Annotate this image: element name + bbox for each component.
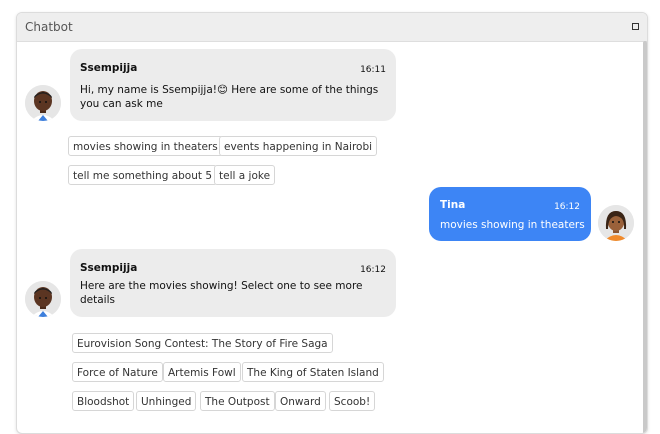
user-message: Tina 16:12 movies showing in theaters xyxy=(429,187,591,241)
movie-option[interactable]: Eurovision Song Contest: The Story of Fi… xyxy=(72,333,333,353)
sender-name: Ssempijja xyxy=(80,62,138,74)
bot-message: Ssempijja 16:12 Here are the movies show… xyxy=(70,249,396,317)
movie-option[interactable]: Force of Nature xyxy=(72,362,163,382)
bot-message: Ssempijja 16:11 Hi, my name is Ssempijja… xyxy=(70,49,396,121)
message-time: 16:12 xyxy=(554,202,580,212)
message-text: Hi, my name is Ssempijja!😊 Here are some… xyxy=(80,84,379,110)
movie-option[interactable]: Scoob! xyxy=(329,391,376,411)
suggestion-chip[interactable]: tell a joke xyxy=(214,165,276,185)
suggestion-chip[interactable]: tell me something about 5 xyxy=(68,165,218,185)
message-time: 16:12 xyxy=(360,265,386,275)
chatbot-window: Chatbot Ssempijja 16:11 Hi, my name is S… xyxy=(16,12,648,434)
movie-option[interactable]: The Outpost xyxy=(200,391,275,411)
sender-name: Tina xyxy=(440,199,466,211)
message-text: movies showing in theaters xyxy=(440,219,585,231)
message-time: 16:11 xyxy=(360,65,386,75)
movie-option[interactable]: The King of Staten Island xyxy=(242,362,384,382)
message-text: Here are the movies showing! Select one … xyxy=(80,280,363,306)
window-title: Chatbot xyxy=(25,20,73,34)
suggestion-chip[interactable]: movies showing in theaters xyxy=(68,136,223,156)
movie-option[interactable]: Unhinged xyxy=(136,391,197,411)
scrollbar[interactable] xyxy=(643,41,647,433)
bot-avatar xyxy=(25,281,61,317)
title-bar: Chatbot xyxy=(17,13,647,42)
sender-name: Ssempijja xyxy=(80,262,138,274)
user-avatar xyxy=(598,205,634,241)
bot-avatar xyxy=(25,85,61,121)
movie-option[interactable]: Artemis Fowl xyxy=(163,362,241,382)
suggestion-chip[interactable]: events happening in Nairobi xyxy=(219,136,378,156)
movie-option[interactable]: Onward xyxy=(275,391,326,411)
movie-option[interactable]: Bloodshot xyxy=(72,391,135,411)
maximize-icon[interactable] xyxy=(632,23,639,30)
